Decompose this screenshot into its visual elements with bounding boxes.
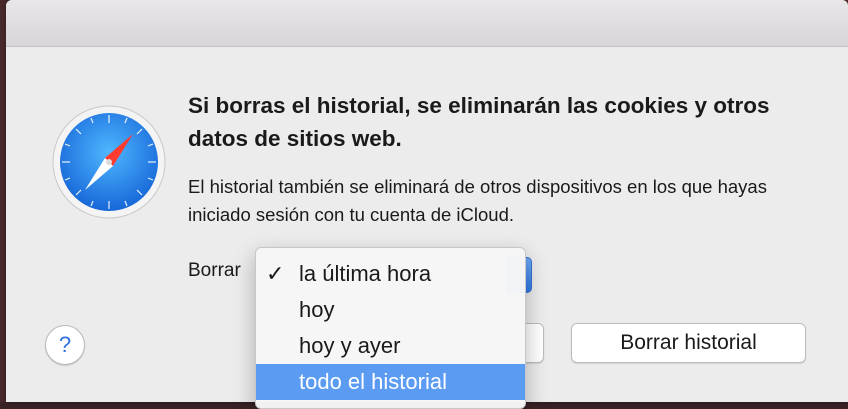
window-titlebar[interactable] — [6, 0, 848, 47]
menu-item-label: hoy — [299, 297, 335, 322]
menu-item-all-history[interactable]: todo el historial — [256, 364, 525, 400]
clear-range-label: Borrar — [188, 260, 241, 281]
help-button[interactable]: ? — [45, 325, 85, 365]
menu-item-today-and-yesterday[interactable]: hoy y ayer — [256, 328, 525, 364]
time-range-menu: ✓ la última hora hoy hoy y ayer todo el … — [255, 247, 526, 409]
menu-item-today[interactable]: hoy — [256, 292, 525, 328]
checkmark-icon: ✓ — [266, 261, 285, 286]
clear-history-dialog: Si borras el historial, se eliminarán la… — [6, 47, 848, 409]
menu-item-label: hoy y ayer — [299, 333, 401, 358]
menu-item-label: la última hora — [299, 261, 432, 286]
menu-item-last-hour[interactable]: ✓ la última hora — [256, 256, 525, 292]
dialog-message: El historial también se eliminará de otr… — [188, 176, 767, 225]
menu-item-label: todo el historial — [299, 369, 447, 394]
safari-window: Si borras el historial, se eliminarán la… — [6, 0, 848, 409]
clear-history-button[interactable]: Borrar historial — [571, 323, 806, 363]
safari-compass-icon — [52, 105, 166, 219]
dialog-headline: Si borras el historial, se eliminarán la… — [188, 93, 770, 151]
